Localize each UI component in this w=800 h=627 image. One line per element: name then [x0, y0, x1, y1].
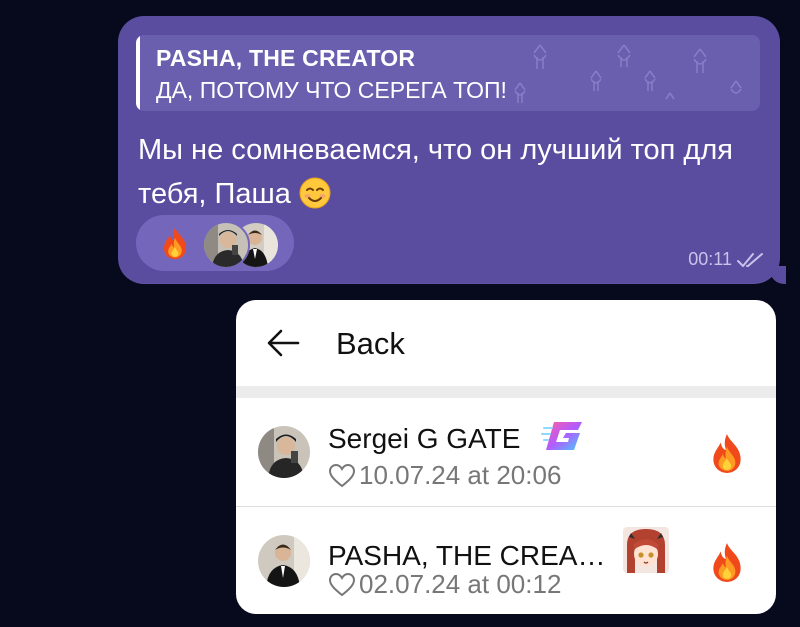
double-check-icon: [737, 252, 763, 267]
back-button[interactable]: Back: [236, 300, 776, 386]
reactor-name-line: Sergei G GATE: [328, 418, 586, 455]
reactor-avatar: [202, 221, 250, 269]
anime-girl-icon: [623, 527, 670, 573]
reactor-row[interactable]: PASHA, THE CREA… 02.07.24 at 00:12: [236, 507, 776, 613]
heart-icon: [328, 463, 356, 487]
back-label: Back: [336, 326, 405, 361]
message-time: 00:11: [688, 249, 732, 269]
smiling-face-icon: [299, 177, 331, 209]
reactions-popup: Back Sergei G GATE 10.07.24 at 20:06 PAS…: [236, 300, 776, 614]
message-meta: 00:11: [688, 249, 766, 270]
bubble-pattern: [514, 44, 742, 103]
user-avatar: [258, 535, 310, 587]
fire-icon: [708, 432, 746, 474]
message-text-block: Мы не сомневаемся, что он лучший топ для…: [138, 128, 768, 216]
reactor-name: PASHA, THE CREA…: [328, 540, 606, 571]
reaction-date-line: 02.07.24 at 00:12: [328, 569, 561, 600]
gate-logo-icon: [541, 422, 583, 450]
reaction-date: 02.07.24 at 00:12: [359, 569, 562, 599]
fire-icon: [158, 226, 192, 260]
reactor-row[interactable]: Sergei G GATE 10.07.24 at 20:06: [236, 398, 776, 504]
message-text: Мы не сомневаемся, что он лучший топ для…: [138, 134, 733, 210]
divider: [236, 386, 776, 398]
quote-author: PASHA, THE CREATOR: [156, 45, 416, 71]
reactor-name: Sergei G GATE: [328, 423, 521, 454]
quote-bar: [136, 35, 140, 111]
reaction-date-line: 10.07.24 at 20:06: [328, 460, 561, 491]
quoted-reply[interactable]: PASHA, THE CREATOR ДА, ПОТОМУ ЧТО СЕРЕГА…: [136, 35, 760, 111]
quote-text: ДА, ПОТОМУ ЧТО СЕРЕГА ТОП!: [156, 77, 507, 103]
message-bubble[interactable]: PASHA, THE CREATOR ДА, ПОТОМУ ЧТО СЕРЕГА…: [118, 16, 786, 284]
heart-icon: [328, 572, 356, 596]
reaction-chip[interactable]: [136, 215, 294, 271]
user-avatar: [258, 426, 310, 478]
reaction-date: 10.07.24 at 20:06: [359, 460, 562, 490]
fire-icon: [708, 541, 746, 583]
back-arrow-icon: [267, 329, 300, 357]
reactor-name-line: PASHA, THE CREA…: [328, 527, 670, 573]
